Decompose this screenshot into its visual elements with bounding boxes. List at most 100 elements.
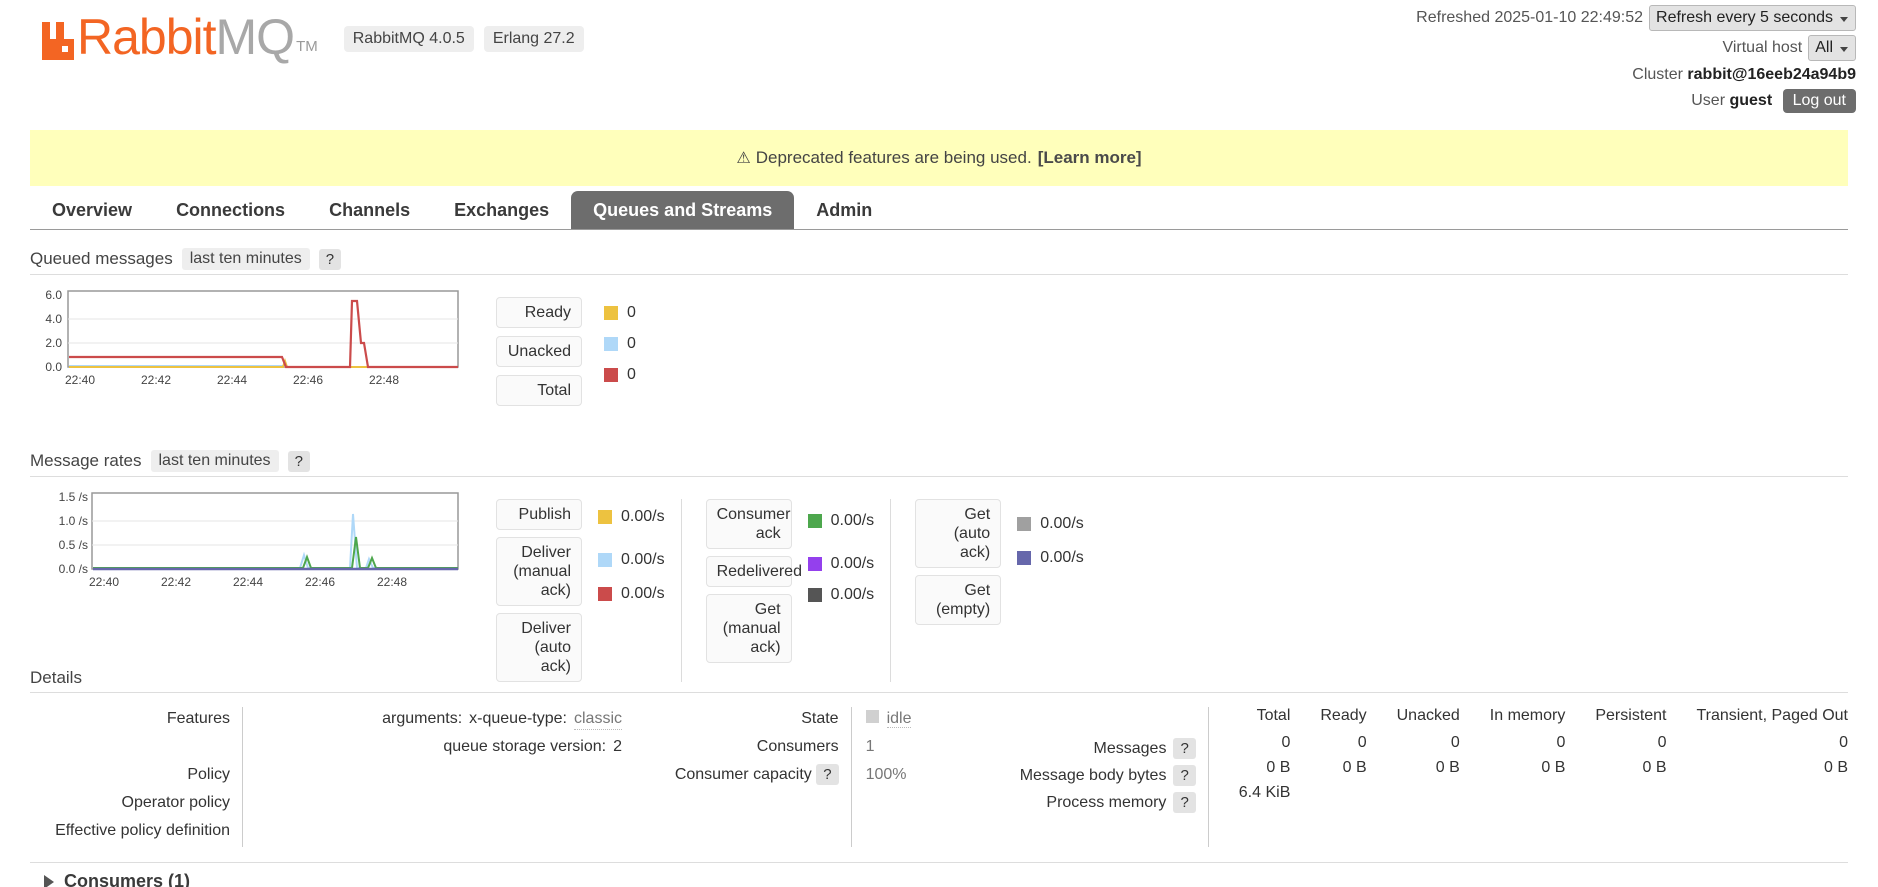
message-rates-range[interactable]: last ten minutes bbox=[150, 450, 279, 472]
page-header: RabbitMQ TM RabbitMQ 4.0.5 Erlang 27.2 R… bbox=[0, 0, 1878, 128]
warning-triangle-icon: ⚠ bbox=[736, 150, 751, 167]
details-label-consumers: Consumers bbox=[756, 738, 839, 755]
legend-swatch-total bbox=[604, 367, 618, 382]
tab-admin[interactable]: Admin bbox=[794, 191, 894, 229]
rates-swatch-get-manual-ack bbox=[807, 588, 822, 602]
details-label-consumer-capacity: Consumer capacity ? bbox=[630, 763, 839, 786]
stats-col-transient-paged-out: Transient, Paged Out bbox=[1696, 707, 1849, 724]
tab-overview[interactable]: Overview bbox=[30, 191, 154, 229]
svg-text:1.0 /s: 1.0 /s bbox=[59, 514, 88, 528]
legend-button-total[interactable]: Total bbox=[496, 375, 582, 406]
user-name: guest bbox=[1729, 92, 1773, 109]
process-memory-persistent bbox=[1565, 781, 1666, 806]
logout-button[interactable]: Log out bbox=[1782, 89, 1856, 113]
consumers-expander-row[interactable]: Consumers (1) bbox=[30, 862, 1848, 887]
message-rates-title: Message rates bbox=[30, 451, 142, 470]
details-section: Details Features Policy Operator policy … bbox=[30, 668, 1848, 847]
legend-value-unacked: 0 bbox=[604, 328, 636, 359]
legend-swatch-ready bbox=[604, 305, 618, 320]
rates-swatch-deliver-manual-ack bbox=[598, 553, 612, 567]
tab-exchanges[interactable]: Exchanges bbox=[432, 191, 571, 229]
legend-column-queued: Ready Unacked Total 0 0 0 bbox=[496, 297, 636, 406]
svg-text:22:44: 22:44 bbox=[233, 575, 263, 589]
message-body-bytes-help-icon[interactable]: ? bbox=[1173, 765, 1196, 786]
main-nav-tabs: Overview Connections Channels Exchanges … bbox=[30, 191, 1848, 230]
rates-legend-column-3: Get (auto ack) Get (empty) 0.00/s 0.00/s bbox=[915, 499, 1084, 682]
consumer-capacity-help-icon[interactable]: ? bbox=[816, 764, 839, 785]
process-memory-in-memory bbox=[1460, 781, 1566, 806]
svg-text:1.5 /s: 1.5 /s bbox=[59, 491, 88, 504]
rates-button-get-auto-ack[interactable]: Get (auto ack) bbox=[915, 499, 1002, 568]
rates-button-consumer-ack[interactable]: Consumer ack bbox=[705, 499, 792, 549]
message-rates-help-icon[interactable]: ? bbox=[287, 450, 310, 472]
state-swatch-idle bbox=[865, 710, 879, 723]
rates-button-get-manual-ack[interactable]: Get (manual ack) bbox=[705, 594, 792, 663]
legend-button-unacked[interactable]: Unacked bbox=[496, 336, 582, 367]
rates-swatch-redelivered bbox=[807, 557, 822, 571]
svg-text:22:48: 22:48 bbox=[377, 575, 407, 589]
rates-number-publish: 0.00/s bbox=[621, 508, 665, 525]
cluster-name: rabbit@16eeb24a94b9 bbox=[1687, 66, 1856, 83]
version-badges: RabbitMQ 4.0.5 Erlang 27.2 bbox=[343, 26, 584, 60]
table-row: 6.4 KiB bbox=[1209, 781, 1848, 806]
triangle-right-icon[interactable] bbox=[44, 874, 54, 887]
vhost-select[interactable]: All bbox=[1808, 35, 1856, 61]
svg-text:22:44: 22:44 bbox=[217, 373, 247, 387]
bytes-unacked: 0 B bbox=[1435, 758, 1460, 776]
table-row: 0 B 0 B 0 B 0 B 0 B 0 B bbox=[1209, 756, 1848, 781]
message-rates-chart[interactable]: 1.5 /s 1.0 /s 0.5 /s 0.0 /s 22:40 22:42 … bbox=[30, 491, 460, 591]
svg-text:22:46: 22:46 bbox=[305, 575, 335, 589]
legend-button-ready[interactable]: Ready bbox=[496, 297, 582, 328]
svg-text:0.5 /s: 0.5 /s bbox=[59, 538, 88, 552]
messages-help-icon[interactable]: ? bbox=[1173, 738, 1196, 759]
rates-value-consumer-ack: 0.00/s bbox=[807, 499, 874, 542]
tab-connections[interactable]: Connections bbox=[154, 191, 307, 229]
messages-transient-paged-out: 0 bbox=[1839, 733, 1848, 751]
tab-queues-and-streams[interactable]: Queues and Streams bbox=[571, 191, 795, 229]
details-header: Details bbox=[30, 668, 1848, 693]
process-memory-total: 6.4 KiB bbox=[1238, 783, 1291, 801]
process-memory-help-icon[interactable]: ? bbox=[1173, 792, 1196, 813]
queued-messages-help-icon[interactable]: ? bbox=[318, 248, 342, 270]
refresh-interval-select[interactable]: Refresh every 5 seconds bbox=[1649, 5, 1856, 31]
queued-messages-range[interactable]: last ten minutes bbox=[181, 248, 310, 270]
logo-text-rabbit: Rabbit bbox=[77, 9, 217, 65]
rates-swatch-publish bbox=[598, 510, 612, 524]
details-label-policy: Policy bbox=[187, 766, 230, 783]
rates-swatch-get-auto-ack bbox=[1017, 517, 1032, 531]
rates-button-deliver-manual-ack[interactable]: Deliver (manual ack) bbox=[496, 537, 582, 606]
rates-button-publish[interactable]: Publish bbox=[496, 499, 582, 530]
svg-text:6.0: 6.0 bbox=[45, 289, 62, 302]
cluster-label: Cluster bbox=[1632, 66, 1683, 83]
rates-button-redelivered[interactable]: Redelivered bbox=[705, 556, 802, 587]
process-memory-ready bbox=[1290, 781, 1366, 806]
stats-label-message-body-bytes: Message body bytes ? bbox=[1020, 763, 1196, 788]
deprecation-warning-banner: ⚠ Deprecated features are being used. [L… bbox=[30, 130, 1848, 186]
legend-number-unacked: 0 bbox=[627, 334, 636, 352]
learn-more-link[interactable]: [Learn more] bbox=[1038, 148, 1142, 168]
rates-number-deliver-manual-ack: 0.00/s bbox=[621, 551, 665, 568]
user-label: User bbox=[1691, 92, 1726, 109]
process-memory-transient-paged-out bbox=[1667, 781, 1849, 806]
user-row: User guest Log out bbox=[1416, 89, 1856, 113]
consumers-section-label[interactable]: Consumers (1) bbox=[64, 871, 190, 887]
rabbitmq-logo[interactable]: RabbitMQ TM RabbitMQ 4.0.5 Erlang 27.2 bbox=[40, 12, 584, 62]
bytes-ready: 0 B bbox=[1342, 758, 1367, 776]
svg-text:22:48: 22:48 bbox=[369, 373, 399, 387]
rates-value-get-empty: 0.00/s bbox=[1017, 549, 1084, 567]
queued-messages-title: Queued messages bbox=[30, 249, 173, 268]
details-value-consumer-capacity: 100% bbox=[865, 766, 907, 783]
queued-messages-chart-block: 6.0 4.0 2.0 0.0 22:40 22:42 22:44 22:46 … bbox=[30, 289, 1848, 406]
tab-channels[interactable]: Channels bbox=[307, 191, 432, 229]
rates-column-divider-2 bbox=[890, 499, 892, 682]
svg-text:2.0: 2.0 bbox=[45, 336, 62, 350]
svg-text:22:42: 22:42 bbox=[161, 575, 191, 589]
queued-messages-chart[interactable]: 6.0 4.0 2.0 0.0 22:40 22:42 22:44 22:46 … bbox=[30, 289, 460, 389]
rates-legend-column-2: Consumer ack Redelivered Get (manual ack… bbox=[705, 499, 892, 682]
rates-button-get-empty[interactable]: Get (empty) bbox=[915, 575, 1002, 625]
details-label-state: State bbox=[801, 710, 839, 727]
feature-subkey-queue-type: x-queue-type: bbox=[469, 710, 567, 727]
feature-key-arguments: arguments: bbox=[382, 710, 463, 727]
feature-key-storage-version: queue storage version: bbox=[443, 738, 607, 755]
rates-value-get-manual-ack: 0.00/s bbox=[807, 586, 874, 604]
